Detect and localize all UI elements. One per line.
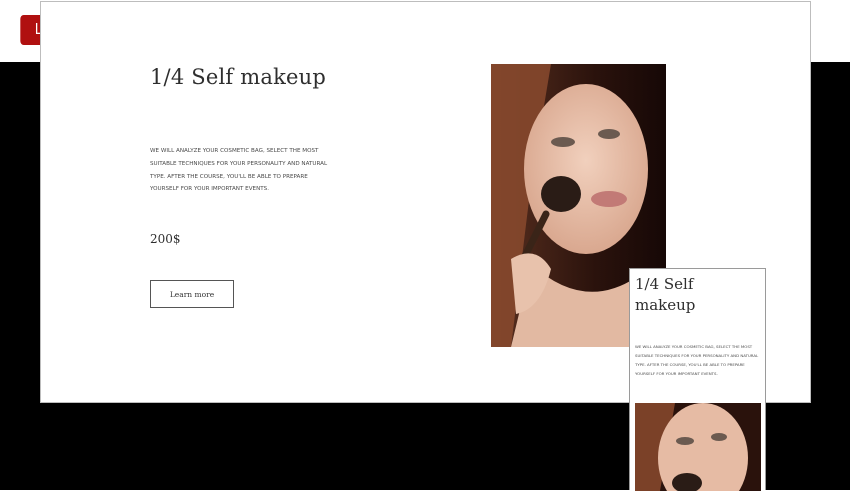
- course-price: 200$: [150, 232, 181, 246]
- course-description: We will analyze your cosmetic bag, selec…: [150, 148, 328, 193]
- course-title: 1/4 Self makeup: [150, 65, 327, 89]
- mobile-makeup-photo: [635, 403, 761, 491]
- mobile-course-title: 1/4 Self makeup: [635, 275, 696, 314]
- learn-more-button[interactable]: Learn more: [150, 280, 234, 308]
- mobile-course-description: We will analyze your cosmetic bag, selec…: [635, 344, 759, 376]
- mobile-preview-card: 1/4 Self makeup We will analyze your cos…: [629, 268, 766, 491]
